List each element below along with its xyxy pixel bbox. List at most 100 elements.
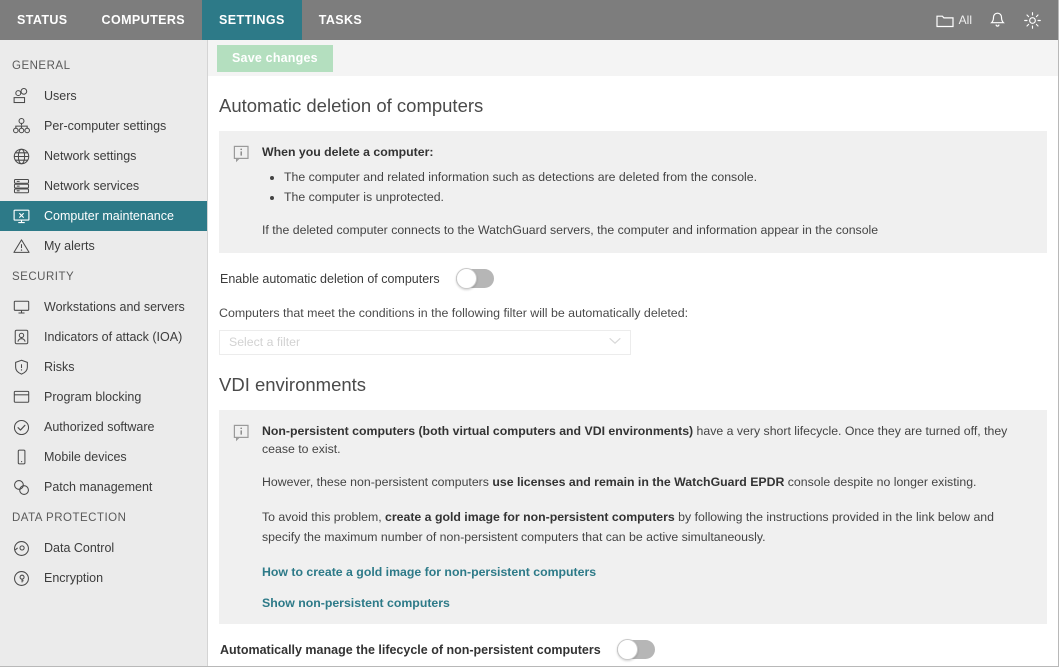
nav-tab-computers-label: COMPUTERS — [102, 13, 185, 27]
nav-tab-status[interactable]: STATUS — [0, 0, 85, 40]
automatic-deletion-info-bullets: The computer and related information suc… — [262, 168, 1033, 207]
sidebar-item-indicators-of-attack[interactable]: Indicators of attack (IOA) — [0, 322, 207, 352]
list-item: The computer and related information suc… — [284, 168, 1033, 187]
main-panel: Save changes Automatic deletion of compu… — [208, 40, 1058, 666]
sidebar-item-network-settings[interactable]: Network settings — [0, 141, 207, 171]
warning-triangle-icon — [12, 237, 38, 255]
sidebar-item-users[interactable]: Users — [0, 81, 207, 111]
org-tree-icon — [12, 117, 38, 135]
person-badge-icon — [12, 328, 38, 346]
phone-icon — [12, 448, 38, 466]
data-control-icon — [12, 539, 38, 558]
notifications-button[interactable] — [989, 11, 1006, 29]
scope-label: All — [959, 13, 972, 27]
sidebar-item-encryption-label: Encryption — [44, 571, 103, 585]
vdi-info-p2-bold: use licenses and remain in the WatchGuar… — [492, 475, 784, 489]
gold-image-help-link[interactable]: How to create a gold image for non-persi… — [262, 565, 1033, 579]
info-icon — [233, 423, 252, 610]
manage-lifecycle-toggle[interactable] — [617, 640, 655, 659]
top-nav-actions: All — [936, 0, 1058, 40]
vdi-info-p3-bold: create a gold image for non-persistent c… — [385, 510, 675, 524]
sidebar-item-patch-management[interactable]: Patch management — [0, 472, 207, 502]
save-toolbar: Save changes — [208, 40, 1058, 76]
automatic-deletion-info-body: When you delete a computer: The computer… — [262, 144, 1033, 239]
automatic-deletion-section-title: Automatic deletion of computers — [219, 95, 1047, 117]
sidebar-item-data-control[interactable]: Data Control — [0, 533, 207, 563]
settings-content: Automatic deletion of computers When you… — [208, 76, 1058, 666]
sidebar-item-computer-maintenance-label: Computer maintenance — [44, 209, 174, 223]
nav-tab-tasks[interactable]: TASKS — [302, 0, 379, 40]
sidebar-item-computer-maintenance[interactable]: Computer maintenance — [0, 201, 207, 231]
filter-description-label: Computers that meet the conditions in th… — [219, 305, 1047, 322]
sidebar-item-program-blocking[interactable]: Program blocking — [0, 382, 207, 412]
enable-automatic-deletion-label: Enable automatic deletion of computers — [220, 272, 440, 286]
vdi-info-p1-bold: Non-persistent computers (both virtual c… — [262, 424, 693, 438]
filter-select[interactable]: Select a filter — [219, 330, 631, 355]
sidebar-item-risks[interactable]: Risks — [0, 352, 207, 382]
sidebar-item-per-computer-settings-label: Per-computer settings — [44, 119, 166, 133]
sidebar-item-mobile-devices-label: Mobile devices — [44, 450, 127, 464]
enable-automatic-deletion-row: Enable automatic deletion of computers — [219, 269, 1047, 288]
sidebar-item-workstations-and-servers[interactable]: Workstations and servers — [0, 292, 207, 322]
automatic-deletion-info-heading: When you delete a computer: — [262, 144, 1033, 162]
vdi-info-body: Non-persistent computers (both virtual c… — [262, 423, 1033, 610]
nav-tab-settings[interactable]: SETTINGS — [202, 0, 302, 40]
sidebar-item-my-alerts[interactable]: My alerts — [0, 231, 207, 261]
vdi-info-paragraph-1: Non-persistent computers (both virtual c… — [262, 423, 1033, 459]
sidebar-group-general-title: GENERAL — [0, 50, 207, 81]
chevron-down-icon — [609, 337, 621, 348]
shield-exclamation-icon — [12, 358, 38, 376]
encryption-icon — [12, 569, 38, 588]
sidebar-item-network-services-label: Network services — [44, 179, 139, 193]
toggle-knob — [617, 639, 638, 660]
folder-icon — [936, 13, 954, 28]
sidebar-item-workstations-and-servers-label: Workstations and servers — [44, 300, 185, 314]
vdi-info-paragraph-2: However, these non-persistent computers … — [262, 473, 1033, 493]
vdi-info-p3-pre: To avoid this problem, — [262, 510, 385, 524]
sidebar-item-data-control-label: Data Control — [44, 541, 114, 555]
info-icon — [233, 144, 252, 239]
monitor-x-icon — [12, 207, 38, 225]
sidebar-group-data-protection-title: DATA PROTECTION — [0, 502, 207, 533]
nav-tab-computers[interactable]: COMPUTERS — [85, 0, 202, 40]
sidebar-item-network-settings-label: Network settings — [44, 149, 136, 163]
sidebar-item-encryption[interactable]: Encryption — [0, 563, 207, 593]
sidebar-group-security-title: SECURITY — [0, 261, 207, 292]
sidebar-item-network-services[interactable]: Network services — [0, 171, 207, 201]
vdi-info-p2-pre: However, these non-persistent computers — [262, 475, 492, 489]
sidebar-item-per-computer-settings[interactable]: Per-computer settings — [0, 111, 207, 141]
settings-gear-button[interactable] — [1023, 11, 1042, 30]
settings-sidebar: GENERAL Users — [0, 40, 208, 666]
sidebar-item-indicators-of-attack-label: Indicators of attack (IOA) — [44, 330, 182, 344]
sidebar-item-my-alerts-label: My alerts — [44, 239, 95, 253]
save-changes-button[interactable]: Save changes — [217, 45, 333, 72]
show-non-persistent-computers-link[interactable]: Show non-persistent computers — [262, 596, 1033, 610]
automatic-deletion-info-box: When you delete a computer: The computer… — [219, 131, 1047, 253]
toggle-knob — [456, 268, 477, 289]
check-circle-icon — [12, 418, 38, 437]
sidebar-item-mobile-devices[interactable]: Mobile devices — [0, 442, 207, 472]
nav-tab-tasks-label: TASKS — [319, 13, 362, 27]
vdi-info-paragraph-3: To avoid this problem, create a gold ima… — [262, 508, 1033, 548]
sidebar-item-patch-management-label: Patch management — [44, 480, 152, 494]
sidebar-item-authorized-software-label: Authorized software — [44, 420, 154, 434]
server-stack-icon — [12, 177, 38, 195]
sidebar-item-program-blocking-label: Program blocking — [44, 390, 141, 404]
application-window: STATUS COMPUTERS SETTINGS TASKS All — [0, 0, 1059, 667]
body-container: GENERAL Users — [0, 40, 1058, 666]
window-icon — [12, 388, 38, 406]
sidebar-item-risks-label: Risks — [44, 360, 75, 374]
top-navigation-bar: STATUS COMPUTERS SETTINGS TASKS All — [0, 0, 1058, 40]
automatic-deletion-info-note: If the deleted computer connects to the … — [262, 221, 1033, 239]
scope-selector[interactable]: All — [936, 13, 972, 28]
enable-automatic-deletion-toggle[interactable] — [456, 269, 494, 288]
gear-icon — [1023, 11, 1042, 30]
sidebar-item-authorized-software[interactable]: Authorized software — [0, 412, 207, 442]
bell-icon — [989, 11, 1006, 29]
nav-tab-status-label: STATUS — [17, 13, 68, 27]
vdi-info-p2-rest: console despite no longer existing. — [784, 475, 976, 489]
main-tabs: STATUS COMPUTERS SETTINGS TASKS — [0, 0, 379, 40]
sidebar-item-users-label: Users — [44, 89, 77, 103]
globe-icon — [12, 147, 38, 166]
filter-select-placeholder: Select a filter — [229, 335, 609, 349]
